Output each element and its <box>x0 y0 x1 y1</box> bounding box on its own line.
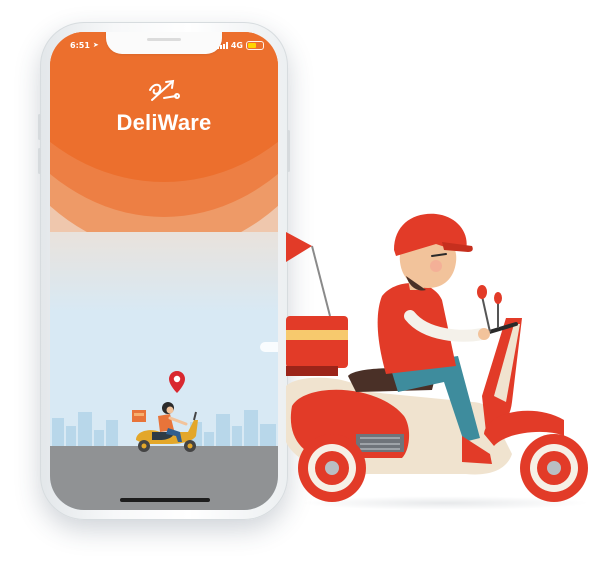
power-button <box>287 130 290 172</box>
signal-icon <box>216 41 228 49</box>
rider-cheek <box>430 260 442 272</box>
flag-pole <box>311 245 331 317</box>
mirror-stem <box>481 295 491 333</box>
rider-hand <box>478 328 490 340</box>
home-indicator <box>120 498 210 502</box>
rear-wheel <box>298 434 366 502</box>
volume-down-button <box>38 148 41 174</box>
delivery-box <box>286 316 348 368</box>
status-time-label: 6:51 <box>70 40 90 50</box>
delivery-box-stripe <box>286 330 348 340</box>
mirror <box>477 285 487 299</box>
volume-up-button <box>38 114 41 140</box>
header-arc-1 <box>50 32 278 182</box>
flag <box>286 232 312 262</box>
mini-delivery-rider <box>132 402 198 452</box>
network-label: 4G <box>230 40 243 50</box>
status-time: 6:51 ➤ <box>70 38 99 52</box>
status-indicators: 4G <box>216 38 264 52</box>
cloud <box>260 342 278 352</box>
app-name: DeliWare <box>116 110 212 135</box>
location-arrow-icon: ➤ <box>92 41 99 49</box>
sky-gradient <box>50 232 278 312</box>
mirror-2 <box>494 292 502 304</box>
delivery-rider-illustration <box>286 213 588 502</box>
phone-mockup: 6:51 ➤ 4G DeliWare <box>38 22 290 520</box>
delivery-arrows-logo-icon <box>149 79 180 101</box>
rear-rack <box>286 366 338 376</box>
phone-notch <box>106 32 222 54</box>
app-screen: 6:51 ➤ 4G DeliWare <box>50 32 278 510</box>
front-wheel <box>520 434 588 502</box>
battery-icon <box>246 40 264 50</box>
location-pin-icon <box>169 371 185 393</box>
speaker-grille <box>147 38 181 41</box>
